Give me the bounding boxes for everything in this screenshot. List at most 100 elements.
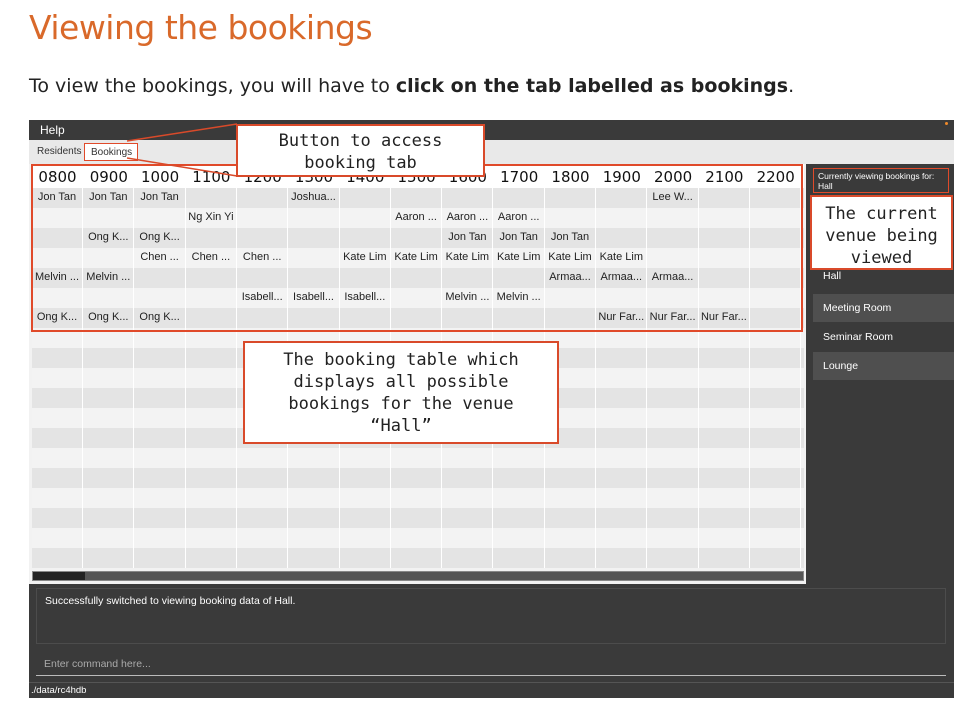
booking-cell[interactable]: [391, 188, 443, 208]
booking-cell[interactable]: Kate Lim: [340, 248, 391, 268]
horizontal-scrollbar[interactable]: [32, 571, 804, 581]
booking-cell[interactable]: [289, 208, 340, 228]
booking-cell[interactable]: [391, 268, 443, 288]
booking-cell[interactable]: [596, 368, 648, 388]
booking-cell[interactable]: Jon Tan: [545, 228, 596, 248]
booking-cell[interactable]: Melvin ...: [83, 268, 135, 288]
booking-cell[interactable]: [545, 488, 596, 508]
booking-cell[interactable]: [237, 468, 289, 488]
booking-cell[interactable]: [545, 468, 596, 488]
booking-cell[interactable]: [648, 368, 699, 388]
booking-cell[interactable]: [32, 408, 83, 428]
booking-cell[interactable]: [596, 508, 648, 528]
booking-cell[interactable]: [32, 228, 83, 248]
booking-cell[interactable]: [135, 428, 186, 448]
booking-cell[interactable]: [596, 448, 648, 468]
booking-cell[interactable]: [699, 468, 750, 488]
booking-cell[interactable]: [699, 388, 750, 408]
booking-cell[interactable]: Ong K...: [135, 228, 186, 248]
menu-help[interactable]: Help: [40, 123, 65, 137]
booking-cell[interactable]: [83, 548, 135, 568]
booking-cell[interactable]: [289, 308, 340, 328]
booking-cell[interactable]: [596, 468, 648, 488]
booking-cell[interactable]: [289, 508, 340, 528]
booking-cell[interactable]: [237, 488, 289, 508]
booking-cell[interactable]: Nur Far...: [648, 308, 699, 328]
booking-cell[interactable]: [340, 308, 391, 328]
booking-cell[interactable]: [750, 408, 802, 428]
booking-cell[interactable]: [237, 268, 289, 288]
booking-cell[interactable]: [340, 508, 391, 528]
booking-cell[interactable]: [135, 348, 186, 368]
booking-cell[interactable]: [186, 548, 237, 568]
booking-cell[interactable]: [289, 268, 340, 288]
booking-cell[interactable]: [648, 468, 699, 488]
booking-cell[interactable]: [135, 508, 186, 528]
booking-cell[interactable]: Aaron ...: [494, 208, 545, 228]
booking-cell[interactable]: [699, 288, 750, 308]
booking-cell[interactable]: [699, 268, 750, 288]
booking-cell[interactable]: [545, 188, 596, 208]
booking-cell[interactable]: [135, 548, 186, 568]
booking-cell[interactable]: [83, 388, 135, 408]
booking-cell[interactable]: [648, 448, 699, 468]
booking-cell[interactable]: [699, 248, 750, 268]
booking-cell[interactable]: [750, 268, 802, 288]
booking-cell[interactable]: Ong K...: [83, 228, 135, 248]
booking-cell[interactable]: [186, 268, 237, 288]
booking-cell[interactable]: [648, 388, 699, 408]
booking-cell[interactable]: [750, 388, 802, 408]
booking-cell[interactable]: [391, 488, 443, 508]
booking-cell[interactable]: [289, 488, 340, 508]
booking-cell[interactable]: [750, 248, 802, 268]
booking-cell[interactable]: [494, 528, 545, 548]
booking-cell[interactable]: [596, 388, 648, 408]
booking-cell[interactable]: [186, 328, 237, 348]
booking-cell[interactable]: Armaa...: [545, 268, 596, 288]
booking-cell[interactable]: [442, 548, 494, 568]
booking-cell[interactable]: [750, 188, 802, 208]
booking-cell[interactable]: [32, 328, 83, 348]
booking-cell[interactable]: [289, 468, 340, 488]
booking-cell[interactable]: [340, 208, 391, 228]
booking-cell[interactable]: [186, 508, 237, 528]
booking-cell[interactable]: [648, 288, 699, 308]
booking-cell[interactable]: Jon Tan: [494, 228, 545, 248]
booking-cell[interactable]: [135, 528, 186, 548]
booking-cell[interactable]: [32, 388, 83, 408]
booking-cell[interactable]: Lee W...: [648, 188, 699, 208]
tab-residents[interactable]: Residents: [31, 143, 86, 161]
booking-cell[interactable]: [545, 448, 596, 468]
venue-item-lounge[interactable]: Lounge: [813, 352, 954, 380]
booking-cell[interactable]: [186, 348, 237, 368]
booking-cell[interactable]: Melvin ...: [494, 288, 545, 308]
booking-cell[interactable]: Aaron ...: [442, 208, 494, 228]
booking-cell[interactable]: [494, 548, 545, 568]
booking-cell[interactable]: [648, 408, 699, 428]
booking-cell[interactable]: [237, 188, 289, 208]
booking-cell[interactable]: [340, 468, 391, 488]
booking-cell[interactable]: Chen ...: [186, 248, 237, 268]
booking-cell[interactable]: [186, 308, 237, 328]
booking-cell[interactable]: [83, 408, 135, 428]
booking-cell[interactable]: [699, 548, 750, 568]
booking-cell[interactable]: [32, 288, 83, 308]
booking-cell[interactable]: [699, 528, 750, 548]
booking-cell[interactable]: Joshua...: [289, 188, 340, 208]
booking-cell[interactable]: Isabell...: [340, 288, 391, 308]
booking-cell[interactable]: Ong K...: [32, 308, 83, 328]
booking-cell[interactable]: [289, 448, 340, 468]
booking-cell[interactable]: [494, 448, 545, 468]
booking-cell[interactable]: [442, 508, 494, 528]
booking-cell[interactable]: [135, 468, 186, 488]
booking-cell[interactable]: [135, 388, 186, 408]
booking-cell[interactable]: [32, 348, 83, 368]
booking-cell[interactable]: [494, 268, 545, 288]
booking-cell[interactable]: [135, 208, 186, 228]
booking-cell[interactable]: [83, 248, 135, 268]
booking-cell[interactable]: [135, 408, 186, 428]
booking-cell[interactable]: [186, 488, 237, 508]
booking-cell[interactable]: [135, 328, 186, 348]
booking-cell[interactable]: [596, 548, 648, 568]
booking-cell[interactable]: Kate Lim: [596, 248, 648, 268]
